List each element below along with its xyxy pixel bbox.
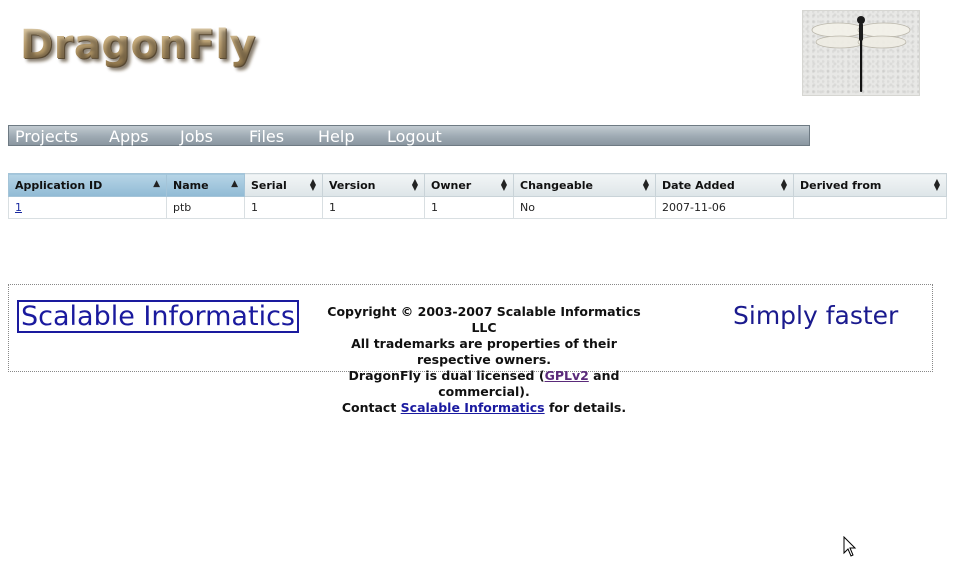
- cell-serial: 1: [244, 196, 323, 219]
- contact-line: Contact Scalable Informatics for details…: [319, 400, 649, 416]
- col-header-derived-from[interactable]: Derived from ▲ ▼: [793, 173, 947, 197]
- col-header-owner[interactable]: Owner ▲ ▼: [424, 173, 514, 197]
- cell-changeable: No: [513, 196, 656, 219]
- col-label: Application ID: [15, 178, 103, 192]
- mouse-pointer-icon: [843, 536, 857, 557]
- table-header-row: Application ID ▲ Name ▲ Serial ▲ ▼ Versio…: [8, 173, 947, 197]
- license-text-pre: DragonFly is dual licensed (: [348, 368, 545, 383]
- applications-table: Application ID ▲ Name ▲ Serial ▲ ▼ Versio…: [8, 173, 947, 219]
- scalable-informatics-link[interactable]: Scalable Informatics: [401, 400, 545, 415]
- nav-logout[interactable]: Logout: [387, 127, 442, 147]
- col-header-application-id[interactable]: Application ID ▲: [8, 173, 167, 197]
- col-label: Serial: [251, 178, 287, 192]
- license-line: DragonFly is dual licensed (GPLv2 and co…: [319, 368, 649, 400]
- col-header-serial[interactable]: Serial ▲ ▼: [244, 173, 323, 197]
- gplv2-link[interactable]: GPLv2: [545, 368, 589, 383]
- col-label: Name: [173, 178, 209, 192]
- col-header-name[interactable]: Name ▲: [166, 173, 245, 197]
- sort-both-icon: ▲ ▼: [309, 177, 316, 192]
- scalable-informatics-logo: Scalable Informatics: [17, 300, 299, 333]
- cell-name: ptb: [166, 196, 245, 219]
- sort-asc-icon: ▲: [231, 179, 238, 189]
- sort-both-icon: ▲ ▼: [411, 177, 418, 192]
- table-row: 1 ptb 1 1 1 No 2007-11-06: [8, 196, 947, 219]
- sort-both-icon: ▲ ▼: [500, 177, 507, 192]
- dragonfly-logo: DragonFly: [20, 22, 257, 68]
- dragonfly-image: [802, 10, 920, 96]
- nav-projects[interactable]: Projects: [15, 127, 78, 147]
- nav-jobs[interactable]: Jobs: [180, 127, 213, 147]
- cell-derived-from: [793, 196, 947, 219]
- sort-both-icon: ▲ ▼: [780, 177, 787, 192]
- sort-asc-icon: ▲: [153, 179, 160, 189]
- cell-version: 1: [322, 196, 425, 219]
- trademark-line: All trademarks are properties of their r…: [351, 336, 617, 367]
- sort-both-icon: ▲ ▼: [933, 177, 940, 192]
- col-header-version[interactable]: Version ▲ ▼: [322, 173, 425, 197]
- tagline: Simply faster: [733, 301, 899, 330]
- footer: Scalable Informatics Copyright © 2003-20…: [8, 284, 933, 415]
- col-label: Derived from: [800, 178, 882, 192]
- col-header-changeable[interactable]: Changeable ▲ ▼: [513, 173, 656, 197]
- col-label: Version: [329, 178, 376, 192]
- sort-both-icon: ▲ ▼: [642, 177, 649, 192]
- application-id-link[interactable]: 1: [15, 201, 22, 214]
- main-nav: Projects Apps Jobs Files Help Logout: [8, 125, 810, 146]
- copyright-block: Copyright © 2003-2007 Scalable Informati…: [319, 304, 649, 416]
- cell-owner: 1: [424, 196, 514, 219]
- contact-text-pre: Contact: [341, 400, 401, 415]
- nav-apps[interactable]: Apps: [109, 127, 149, 147]
- nav-help[interactable]: Help: [318, 127, 354, 147]
- dragonfly-icon: [811, 16, 911, 92]
- col-label: Changeable: [520, 178, 594, 192]
- nav-files[interactable]: Files: [249, 127, 284, 147]
- copyright-line: Copyright © 2003-2007 Scalable Informati…: [327, 304, 641, 335]
- contact-text-post: for details.: [544, 400, 627, 415]
- cell-application-id: 1: [8, 196, 167, 219]
- col-label: Owner: [431, 178, 472, 192]
- col-header-date-added[interactable]: Date Added ▲ ▼: [655, 173, 794, 197]
- col-label: Date Added: [662, 178, 735, 192]
- cell-date-added: 2007-11-06: [655, 196, 794, 219]
